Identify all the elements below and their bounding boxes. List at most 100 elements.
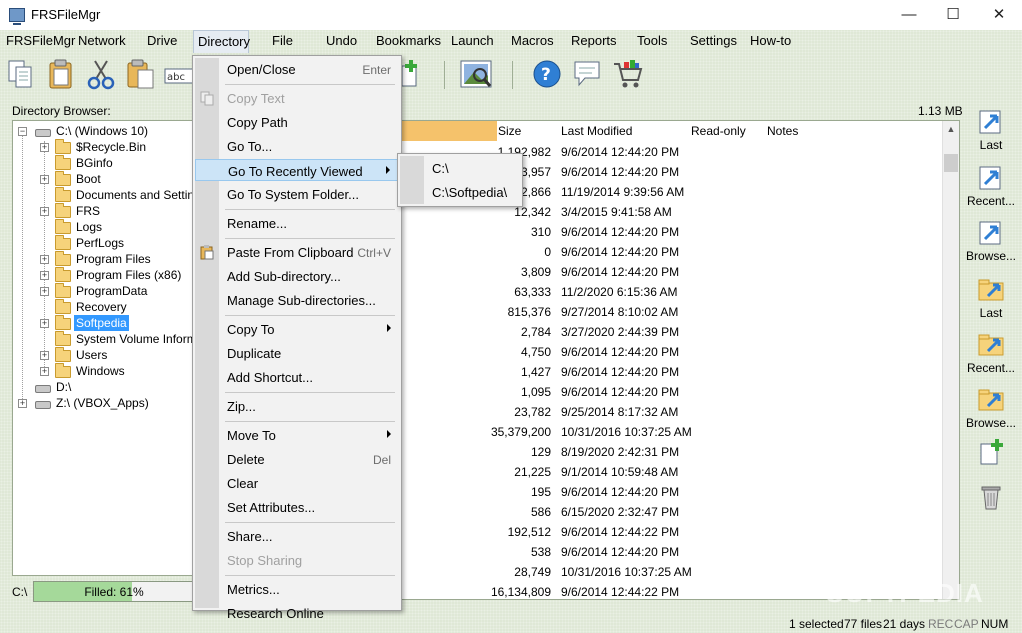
- tree-item[interactable]: BGinfo: [13, 155, 195, 171]
- tree-item-c-drive[interactable]: − C:\ (Windows 10): [13, 123, 195, 139]
- menu-item-add-shortcut[interactable]: Add Shortcut...: [195, 366, 399, 388]
- last-folder-button[interactable]: Last: [966, 276, 1016, 320]
- tree-item[interactable]: + ProgramData: [13, 283, 195, 299]
- menu-item-zip[interactable]: Zip...: [195, 395, 399, 417]
- menu-item-paste-from-clipboard[interactable]: Paste From Clipboard Ctrl+V: [195, 241, 399, 263]
- status-bar: 1 selected 77 files 21 days REC CAP NUM: [0, 612, 1022, 633]
- tree-item[interactable]: + Program Files (x86): [13, 267, 195, 283]
- menu-item-go-to[interactable]: Go To...: [195, 135, 399, 157]
- expand-icon[interactable]: +: [40, 255, 49, 264]
- status-files: 77 files: [844, 617, 883, 631]
- expand-icon[interactable]: +: [40, 367, 49, 376]
- image-viewer-icon[interactable]: [460, 58, 492, 90]
- expand-icon[interactable]: +: [40, 271, 49, 280]
- tree-item[interactable]: Logs: [13, 219, 195, 235]
- menu-drive[interactable]: Drive: [147, 33, 177, 51]
- file-list-scrollbar[interactable]: ▲: [942, 121, 959, 599]
- abc-rename-icon[interactable]: abc: [164, 58, 194, 90]
- minimize-button[interactable]: —: [886, 0, 932, 30]
- tree-item-d-drive[interactable]: D:\: [13, 379, 195, 395]
- menu-how-to[interactable]: How-to: [750, 33, 791, 51]
- chat-icon[interactable]: [572, 58, 602, 90]
- tree-item[interactable]: + Windows: [13, 363, 195, 379]
- menu-item-clear[interactable]: Clear: [195, 472, 399, 494]
- close-button[interactable]: ✕: [976, 0, 1022, 30]
- directory-tree[interactable]: − C:\ (Windows 10) + $Recycle.Bin BGinfo…: [12, 120, 196, 576]
- tree-item[interactable]: PerfLogs: [13, 235, 195, 251]
- menu-reports[interactable]: Reports: [571, 33, 617, 51]
- menu-directory[interactable]: Directory: [193, 30, 250, 53]
- paste-special-icon[interactable]: [126, 58, 156, 90]
- menu-item-go-to-recently-viewed[interactable]: Go To Recently Viewed: [195, 159, 399, 181]
- expand-icon[interactable]: +: [40, 287, 49, 296]
- menu-macros[interactable]: Macros: [511, 33, 554, 51]
- new-file-button[interactable]: [966, 438, 1016, 468]
- paste-icon[interactable]: [46, 58, 76, 90]
- copy-icon: [200, 91, 214, 106]
- shopping-cart-icon[interactable]: [612, 58, 643, 90]
- menu-item-duplicate[interactable]: Duplicate: [195, 342, 399, 364]
- tree-item[interactable]: + Boot: [13, 171, 195, 187]
- help-icon[interactable]: ?: [532, 58, 562, 90]
- recent-directory-button[interactable]: Recent...: [966, 164, 1016, 208]
- menu-bookmarks[interactable]: Bookmarks: [376, 33, 441, 51]
- expand-icon[interactable]: +: [40, 175, 49, 184]
- menu-item-add-sub-directory[interactable]: Add Sub-directory...: [195, 265, 399, 287]
- recent-item[interactable]: C:\Softpedia\: [400, 181, 520, 203]
- menu-item-research-online[interactable]: Research Online: [195, 602, 399, 624]
- menu-item-go-to-system-folder[interactable]: Go To System Folder...: [195, 183, 399, 205]
- tree-item[interactable]: Documents and Settings: [13, 187, 195, 203]
- menu-item-open-close[interactable]: Open/Close Enter: [195, 58, 399, 80]
- tree-item[interactable]: Recovery: [13, 299, 195, 315]
- menu-tools[interactable]: Tools: [637, 33, 667, 51]
- expand-icon[interactable]: +: [40, 207, 49, 216]
- column-header-size[interactable]: Size: [498, 124, 521, 138]
- tree-item[interactable]: + FRS: [13, 203, 195, 219]
- browse-directory-icon: [977, 219, 1005, 247]
- tree-item[interactable]: System Volume Informati: [13, 331, 195, 347]
- tree-item-selected[interactable]: + Softpedia: [13, 315, 195, 331]
- menu-undo[interactable]: Undo: [326, 33, 357, 51]
- tree-item-z-drive[interactable]: + Z:\ (VBOX_Apps): [13, 395, 195, 411]
- menu-item-manage-sub-directories[interactable]: Manage Sub-directories...: [195, 289, 399, 311]
- column-header-last-modified[interactable]: Last Modified: [561, 124, 632, 138]
- tree-item[interactable]: + $Recycle.Bin: [13, 139, 195, 155]
- menu-item-copy-path[interactable]: Copy Path: [195, 111, 399, 133]
- recent-item[interactable]: C:\: [400, 157, 520, 179]
- maximize-button[interactable]: ☐: [930, 0, 976, 30]
- cut-icon[interactable]: [86, 58, 116, 90]
- menu-item-copy-to[interactable]: Copy To: [195, 318, 399, 340]
- menu-network[interactable]: Network: [78, 33, 126, 51]
- expand-icon[interactable]: +: [18, 399, 27, 408]
- menu-item-label: Go To System Folder...: [227, 187, 359, 202]
- recent-folder-button[interactable]: Recent...: [966, 331, 1016, 375]
- browse-folder-button[interactable]: Browse...: [966, 386, 1016, 430]
- delete-button[interactable]: [966, 481, 1016, 511]
- menu-launch[interactable]: Launch: [451, 33, 494, 51]
- new-file-icon[interactable]: [400, 58, 430, 90]
- menu-item-set-attributes[interactable]: Set Attributes...: [195, 496, 399, 518]
- tree-item[interactable]: + Users: [13, 347, 195, 363]
- menu-item-share[interactable]: Share...: [195, 525, 399, 547]
- last-directory-button[interactable]: Last: [966, 108, 1016, 152]
- column-header-read-only[interactable]: Read-only: [691, 124, 746, 138]
- collapse-icon[interactable]: −: [18, 127, 27, 136]
- menu-item-delete[interactable]: Delete Del: [195, 448, 399, 470]
- scrollbar-thumb[interactable]: [944, 154, 958, 172]
- menu-item-metrics[interactable]: Metrics...: [195, 578, 399, 600]
- menu-settings[interactable]: Settings: [690, 33, 737, 51]
- expand-icon[interactable]: +: [40, 319, 49, 328]
- column-header-notes[interactable]: Notes: [767, 124, 798, 138]
- expand-icon[interactable]: +: [40, 351, 49, 360]
- scroll-up-icon[interactable]: ▲: [943, 121, 959, 137]
- copy-icon[interactable]: [6, 58, 36, 90]
- menu-file[interactable]: File: [272, 33, 293, 51]
- disk-filled-text: Filled: 61%: [84, 585, 144, 599]
- menu-item-rename[interactable]: Rename...: [195, 212, 399, 234]
- menu-item-copy-text: Copy Text: [195, 87, 399, 109]
- menu-item-move-to[interactable]: Move To: [195, 424, 399, 446]
- browse-directory-button[interactable]: Browse...: [966, 219, 1016, 263]
- menu-frsfilemgr[interactable]: FRSFileMgr: [6, 33, 75, 51]
- tree-item[interactable]: + Program Files: [13, 251, 195, 267]
- expand-icon[interactable]: +: [40, 143, 49, 152]
